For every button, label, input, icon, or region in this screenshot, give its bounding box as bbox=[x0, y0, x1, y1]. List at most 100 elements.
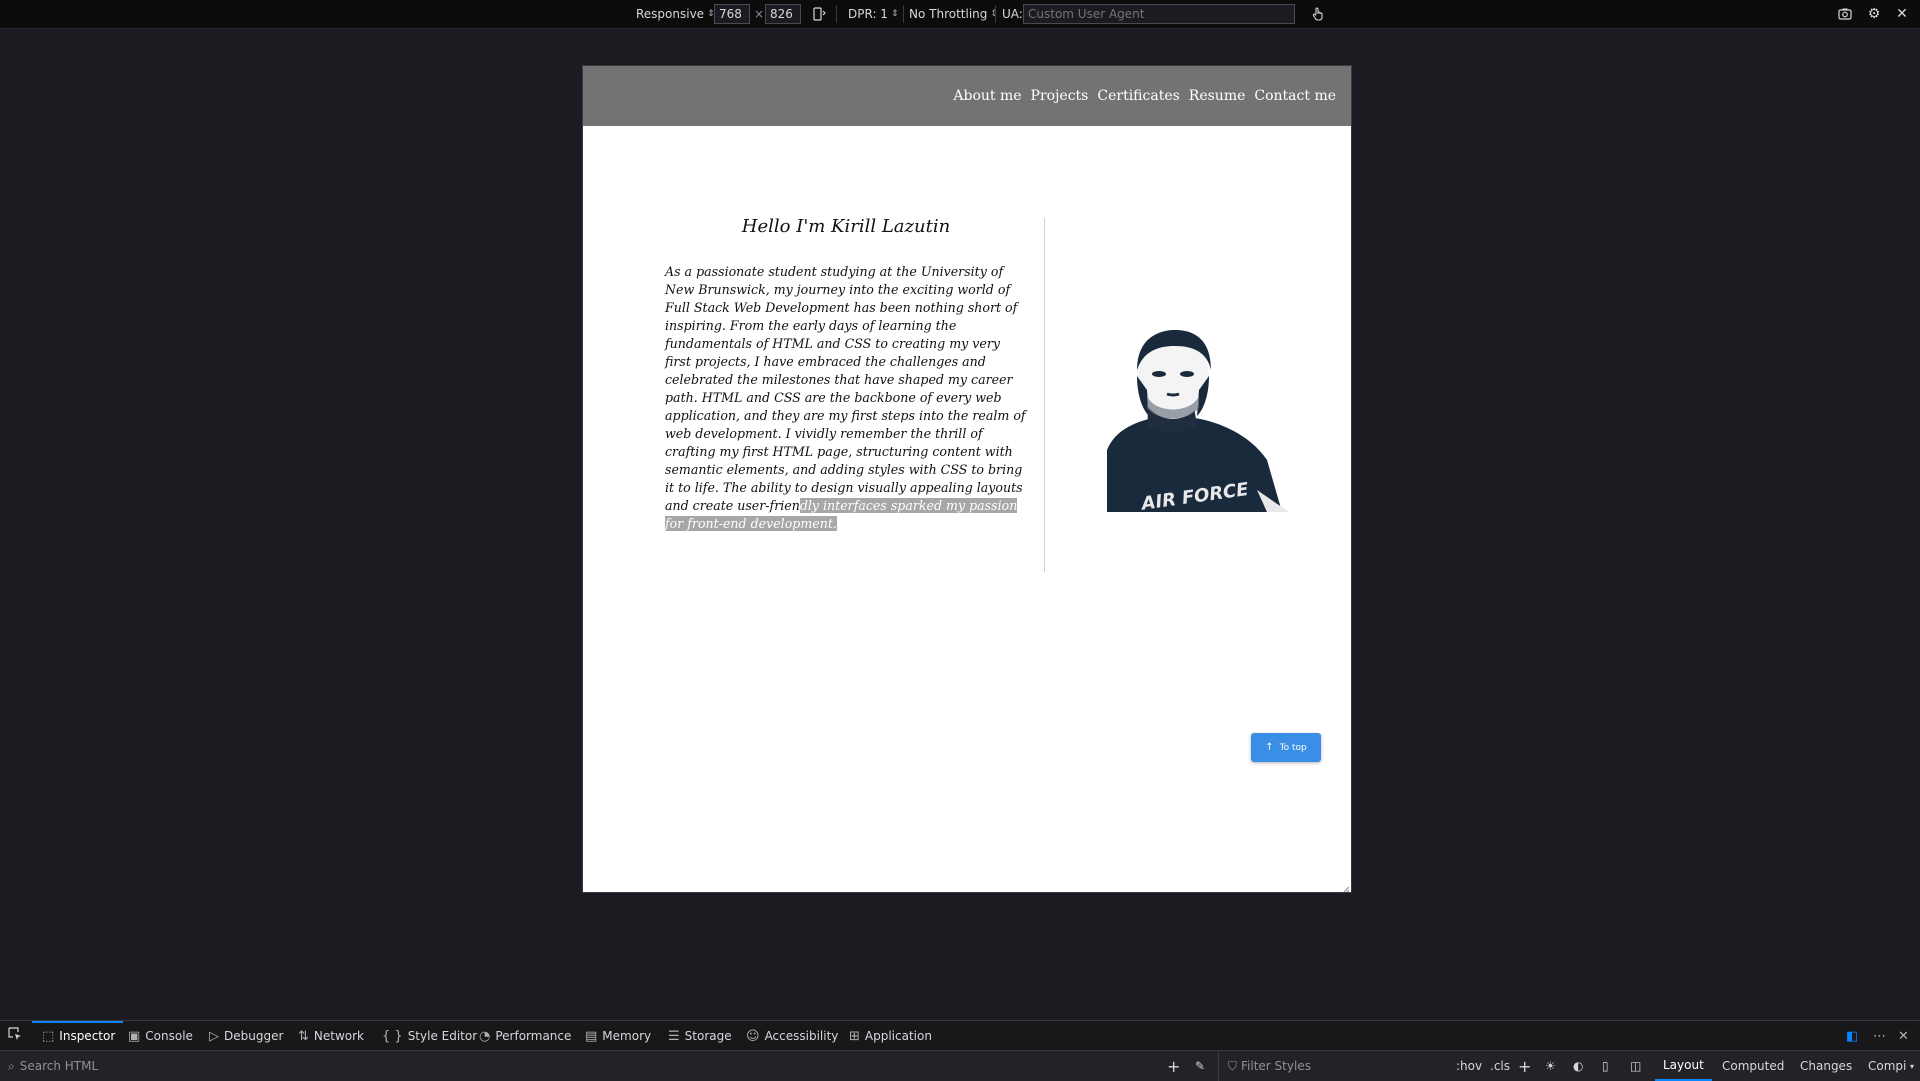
rotate-viewport-button[interactable] bbox=[811, 0, 827, 28]
toggle-sidebar-button[interactable]: ◫ bbox=[1630, 1051, 1641, 1081]
dock-icon: ◧ bbox=[1846, 1028, 1859, 1044]
intro-paragraph: As a passionate student studying at the … bbox=[665, 263, 1027, 533]
nav-certificates[interactable]: Certificates bbox=[1097, 88, 1179, 104]
vertical-divider bbox=[1044, 218, 1045, 572]
side-tab-layout[interactable]: Layout bbox=[1655, 1051, 1712, 1081]
tab-inspector[interactable]: ⬚ Inspector bbox=[31, 1021, 124, 1051]
device-selector[interactable]: Responsive bbox=[636, 0, 715, 28]
screenshot-button[interactable] bbox=[1837, 0, 1853, 28]
ua-label: UA: bbox=[1002, 7, 1023, 21]
intro-heading: Hello I'm Kirill Lazutin bbox=[741, 216, 951, 237]
add-node-button[interactable]: + bbox=[1167, 1051, 1180, 1081]
print-media-button[interactable]: ▯ bbox=[1602, 1051, 1609, 1081]
filter-styles-input[interactable]: Filter Styles bbox=[1241, 1059, 1311, 1073]
light-scheme-button[interactable]: ☀ bbox=[1545, 1051, 1556, 1081]
hov-button[interactable]: :hov bbox=[1456, 1051, 1482, 1081]
performance-icon: ◔ bbox=[479, 1028, 491, 1044]
filter-icon: ⛉ bbox=[1228, 1058, 1238, 1073]
viewport-height-input[interactable] bbox=[765, 4, 801, 24]
hand-pointer-icon bbox=[1310, 6, 1326, 22]
nav-contact-me[interactable]: Contact me bbox=[1254, 88, 1336, 104]
to-top-label: To top bbox=[1279, 742, 1307, 753]
touch-simulation-button[interactable] bbox=[1310, 0, 1326, 28]
side-tab-compatibility[interactable]: Compi bbox=[1868, 1051, 1912, 1081]
side-tab-changes[interactable]: Changes bbox=[1800, 1051, 1852, 1081]
user-agent-input[interactable] bbox=[1023, 4, 1295, 24]
nav-about-me[interactable]: About me bbox=[953, 88, 1021, 104]
tab-memory[interactable]: ▤ Memory bbox=[585, 1021, 651, 1051]
cls-button[interactable]: .cls bbox=[1490, 1051, 1510, 1081]
camera-icon bbox=[1837, 6, 1853, 22]
sidebar-icon: ◫ bbox=[1630, 1059, 1642, 1073]
contrast-icon: ◐ bbox=[1573, 1059, 1584, 1073]
dark-scheme-button[interactable]: ◐ bbox=[1573, 1051, 1583, 1081]
settings-button[interactable]: ⚙ bbox=[1866, 0, 1882, 28]
close-icon: ✕ bbox=[1898, 1028, 1909, 1044]
search-html[interactable]: ⌕ Search HTML bbox=[8, 1051, 98, 1081]
dpr-selector[interactable]: DPR: 1 bbox=[848, 0, 898, 28]
side-tab-computed[interactable]: Computed bbox=[1722, 1051, 1784, 1081]
tab-label: Storage bbox=[684, 1029, 732, 1043]
tab-console[interactable]: ▣ Console bbox=[128, 1021, 193, 1051]
sun-icon: ☀ bbox=[1545, 1059, 1556, 1073]
arrow-up-icon: ↑ bbox=[1265, 742, 1274, 753]
add-rule-button[interactable]: + bbox=[1518, 1051, 1531, 1081]
dimension-separator: × bbox=[754, 7, 765, 21]
dock-side-button[interactable]: ◧ bbox=[1846, 1021, 1858, 1051]
side-tabs-overflow[interactable]: ▾ bbox=[1910, 1051, 1914, 1081]
close-rdm-button[interactable]: ✕ bbox=[1894, 0, 1910, 28]
nav-projects[interactable]: Projects bbox=[1031, 88, 1089, 104]
close-icon: ✕ bbox=[1896, 6, 1908, 22]
rotate-icon bbox=[811, 6, 827, 22]
to-top-button[interactable]: ↑ To top bbox=[1251, 733, 1321, 762]
search-icon: ⌕ bbox=[8, 1058, 15, 1073]
throttling-selector[interactable]: No Throttling bbox=[909, 0, 998, 28]
intro-section: Hello I'm Kirill Lazutin As a passionate… bbox=[665, 216, 1027, 533]
tab-application[interactable]: ⊞ Application bbox=[849, 1021, 932, 1051]
tab-label: Application bbox=[864, 1029, 932, 1043]
eyedropper-icon: ✎ bbox=[1195, 1059, 1206, 1073]
document-icon: ▯ bbox=[1602, 1059, 1609, 1073]
inspector-icon: ⬚ bbox=[42, 1028, 55, 1044]
element-picker-icon bbox=[8, 1027, 22, 1045]
tab-label: Inspector bbox=[59, 1029, 116, 1043]
devtools-toolbar: ⬚ Inspector ▣ Console ▷ Debugger ⇅ Netwo… bbox=[0, 1020, 1920, 1051]
tab-storage[interactable]: ☰ Storage bbox=[668, 1021, 732, 1051]
tab-label: Console bbox=[145, 1029, 193, 1043]
tab-network[interactable]: ⇅ Network bbox=[298, 1021, 364, 1051]
device-label: Responsive bbox=[636, 7, 705, 21]
filter-styles[interactable]: ⛉ Filter Styles bbox=[1228, 1051, 1311, 1081]
tab-style-editor[interactable]: { } Style Editor bbox=[382, 1021, 477, 1051]
tab-accessibility[interactable]: ☺ Accessibility bbox=[746, 1021, 838, 1051]
page-viewport: About me Projects Certificates Resume Co… bbox=[583, 66, 1351, 892]
debugger-icon: ▷ bbox=[209, 1028, 219, 1044]
tab-label: Debugger bbox=[224, 1029, 284, 1043]
nav-resume[interactable]: Resume bbox=[1189, 88, 1246, 104]
intro-paragraph-text: As a passionate student studying at the … bbox=[665, 264, 1026, 513]
site-navigation: About me Projects Certificates Resume Co… bbox=[583, 66, 1351, 126]
console-icon: ▣ bbox=[128, 1028, 141, 1044]
tab-performance[interactable]: ◔ Performance bbox=[479, 1021, 571, 1051]
profile-photo: AIR FORCE bbox=[1107, 330, 1289, 515]
memory-icon: ▤ bbox=[585, 1028, 598, 1044]
eyedropper-button[interactable]: ✎ bbox=[1195, 1051, 1205, 1081]
network-icon: ⇅ bbox=[298, 1028, 309, 1044]
dpr-label: DPR: 1 bbox=[848, 7, 888, 21]
inspector-toolbar: ⌕ Search HTML + ✎ ⛉ Filter Styles :hov .… bbox=[0, 1050, 1920, 1081]
search-html-input[interactable]: Search HTML bbox=[20, 1059, 98, 1073]
more-options-button[interactable]: ⋯ bbox=[1873, 1021, 1886, 1051]
close-devtools-button[interactable]: ✕ bbox=[1898, 1021, 1909, 1051]
viewport-width-input[interactable] bbox=[714, 4, 750, 24]
responsive-design-toolbar: Responsive × DPR: 1 No Throttling UA: ⚙ … bbox=[0, 0, 1920, 29]
tab-label: Network bbox=[313, 1029, 365, 1043]
element-picker-button[interactable] bbox=[8, 1021, 22, 1051]
viewport-resize-handle[interactable] bbox=[1339, 880, 1350, 892]
plus-icon: + bbox=[1518, 1056, 1532, 1076]
tab-label: Style Editor bbox=[407, 1029, 478, 1043]
tab-label: Accessibility bbox=[764, 1029, 839, 1043]
gear-icon: ⚙ bbox=[1867, 6, 1881, 22]
tab-debugger[interactable]: ▷ Debugger bbox=[209, 1021, 283, 1051]
throttling-label: No Throttling bbox=[909, 7, 988, 21]
application-icon: ⊞ bbox=[849, 1028, 860, 1044]
tab-label: Performance bbox=[495, 1029, 572, 1043]
